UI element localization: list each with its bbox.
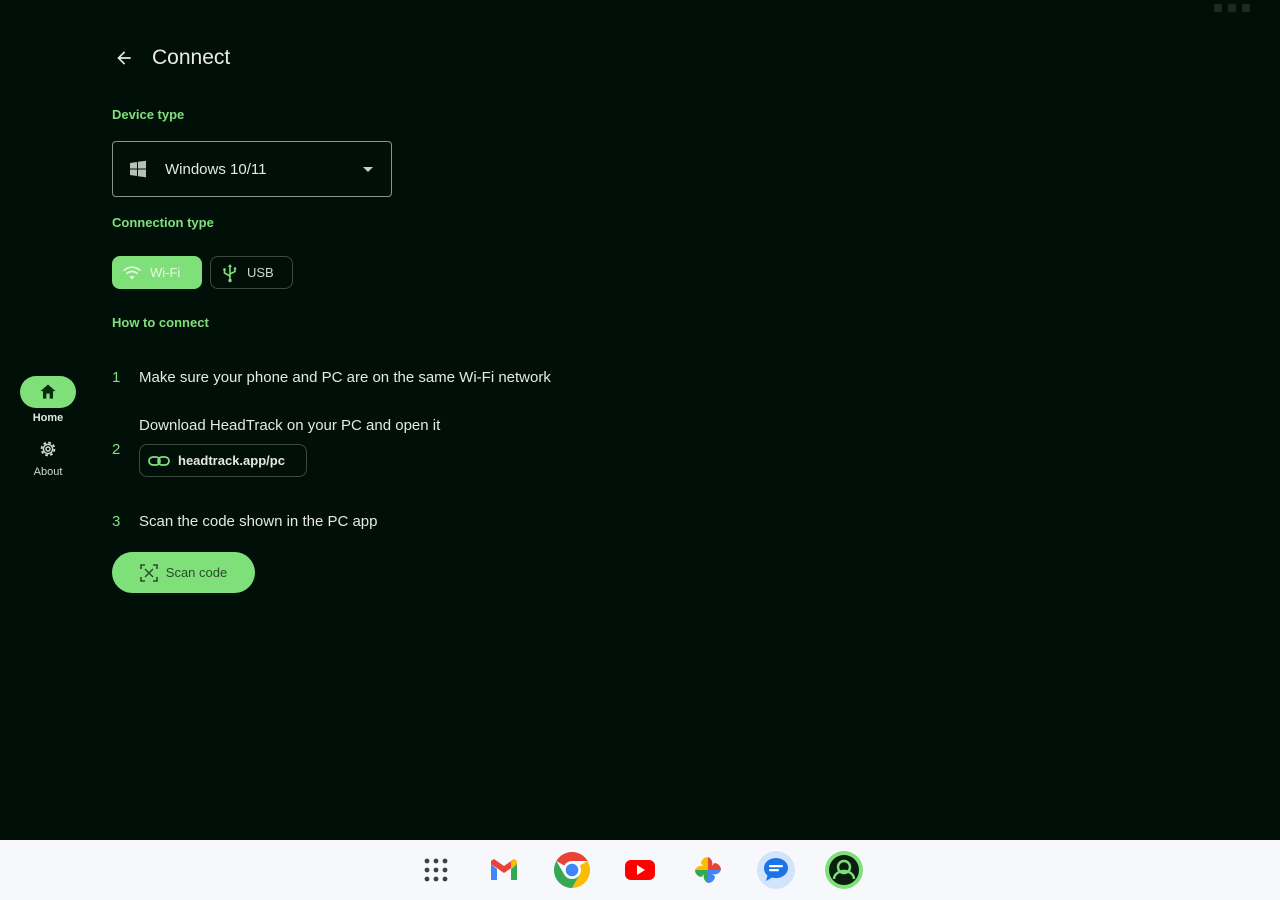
status-bar xyxy=(0,0,1280,20)
gmail-icon[interactable] xyxy=(484,850,524,890)
home-icon xyxy=(40,384,56,399)
wifi-chip[interactable]: Wi-Fi xyxy=(112,256,202,289)
nav-item-home[interactable]: Home xyxy=(0,376,96,424)
step-2-number: 2 xyxy=(112,441,121,458)
wifi-chip-label: Wi-Fi xyxy=(150,265,181,280)
scan-code-button[interactable]: Scan code xyxy=(112,552,255,593)
device-type-value: Windows 10/11 xyxy=(165,160,267,178)
step-1-text: Make sure your phone and PC are on the s… xyxy=(139,369,551,386)
wifi-status-icon xyxy=(1214,4,1222,12)
step-3-text: Scan the code shown in the PC app xyxy=(139,513,378,530)
top-app-bar: Connect xyxy=(108,38,230,78)
windows-icon xyxy=(130,160,146,178)
step-1-number: 1 xyxy=(112,369,121,386)
arrow-back-icon xyxy=(117,51,131,65)
nav-item-about[interactable]: About xyxy=(0,436,96,478)
youtube-icon[interactable] xyxy=(620,850,660,890)
navigation-rail: Home About xyxy=(0,0,96,840)
gear-icon xyxy=(40,441,56,457)
taskbar xyxy=(0,840,1280,900)
notification-icon xyxy=(1242,4,1250,12)
download-link-text: headtrack.app/pc xyxy=(178,453,285,468)
battery-icon xyxy=(1228,4,1236,12)
usb-icon xyxy=(223,263,237,282)
usb-chip-label: USB xyxy=(247,265,274,280)
nav-home-indicator xyxy=(20,376,76,408)
step-2-text: Download HeadTrack on your PC and open i… xyxy=(139,417,441,434)
chrome-icon[interactable] xyxy=(552,850,592,890)
page-title: Connect xyxy=(152,46,231,69)
link-icon xyxy=(148,455,170,466)
photos-icon[interactable] xyxy=(688,850,728,890)
step-3-number: 3 xyxy=(112,513,121,530)
headtrack-icon[interactable] xyxy=(824,850,864,890)
nav-home-label: Home xyxy=(32,412,64,424)
back-button[interactable] xyxy=(108,42,140,74)
how-to-connect-label: How to connect xyxy=(112,315,209,330)
nav-about-indicator xyxy=(20,436,76,462)
messages-icon[interactable] xyxy=(756,850,796,890)
chevron-down-icon xyxy=(363,167,373,172)
status-icons xyxy=(1214,4,1250,12)
device-type-dropdown[interactable]: Windows 10/11 xyxy=(112,141,392,197)
connection-type-label: Connection type xyxy=(112,215,214,230)
app-launcher-icon[interactable] xyxy=(416,850,456,890)
scan-code-label: Scan code xyxy=(165,565,228,580)
qr-scan-icon xyxy=(139,563,158,582)
wifi-icon xyxy=(123,265,141,280)
download-link-chip[interactable]: headtrack.app/pc xyxy=(139,444,307,477)
usb-chip[interactable]: USB xyxy=(210,256,293,289)
device-type-label: Device type xyxy=(112,107,185,122)
nav-about-label: About xyxy=(33,466,63,478)
